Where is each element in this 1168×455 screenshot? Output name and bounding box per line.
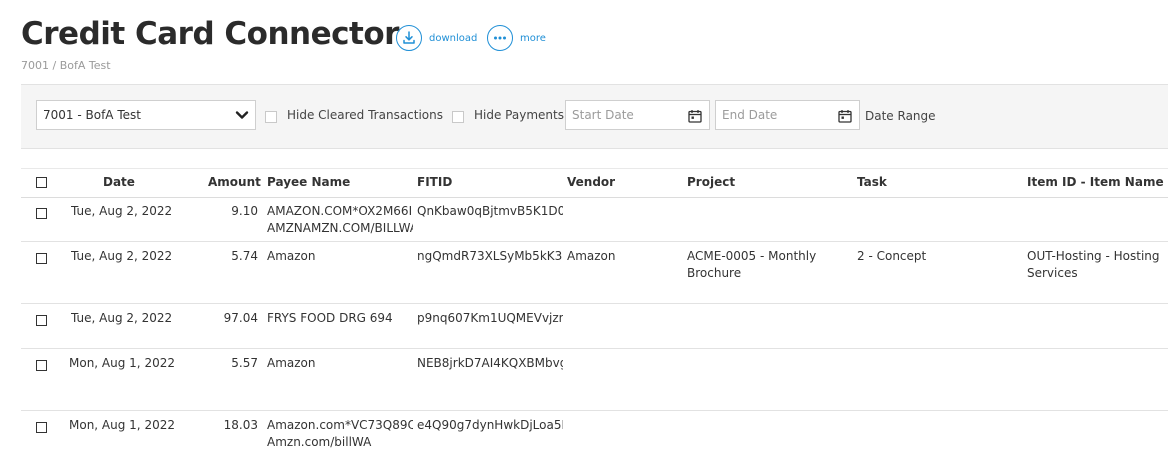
col-item[interactable]: Item ID - Item Name <box>1027 175 1164 189</box>
col-payee[interactable]: Payee Name <box>267 175 350 189</box>
row-checkbox[interactable] <box>36 253 47 264</box>
breadcrumb: 7001 / BofA Test <box>21 59 111 72</box>
start-date-input[interactable]: Start Date <box>565 100 710 130</box>
row-payee: Amazon <box>267 356 316 370</box>
col-task[interactable]: Task <box>857 175 887 189</box>
calendar-icon[interactable] <box>688 109 702 126</box>
row-date: Tue, Aug 2, 2022 <box>71 311 173 325</box>
row-payee: Amazon <box>267 249 316 263</box>
row-checkbox[interactable] <box>36 315 47 326</box>
row-checkbox[interactable] <box>36 422 47 433</box>
page-title: Credit Card Connector <box>21 16 399 52</box>
table-row[interactable]: Mon, Aug 1, 2022 18.03 Amazon.com*VC73Q8… <box>21 411 1168 455</box>
row-fitid: NEB8jrkD7AI4KQXBMbvgl <box>417 356 563 370</box>
hide-cleared-label: Hide Cleared Transactions <box>287 108 444 122</box>
col-amount[interactable]: Amount <box>208 175 261 189</box>
row-amount: 5.74 <box>231 249 258 263</box>
end-date-input[interactable]: End Date <box>715 100 860 130</box>
table-row[interactable]: Tue, Aug 2, 2022 9.10 AMAZON.COM*OX2M66I… <box>21 197 1168 242</box>
table-row[interactable]: Mon, Aug 1, 2022 5.57 Amazon NEB8jrkD7AI… <box>21 349 1168 411</box>
row-payee: Amazon.com*VC73Q89Q3 <box>267 418 413 432</box>
row-fitid: e4Q90g7dynHwkDjLoa5Bs <box>417 418 563 432</box>
col-date[interactable]: Date <box>103 175 135 189</box>
more-label: more <box>520 32 546 44</box>
table-row[interactable]: Tue, Aug 2, 2022 97.04 FRYS FOOD DRG 694… <box>21 304 1168 349</box>
hide-payments-label: Hide Payments <box>474 108 564 122</box>
select-all-checkbox[interactable] <box>36 177 47 188</box>
row-fitid: ngQmdR73XLSyMb5kK3R4 <box>417 249 563 263</box>
row-checkbox[interactable] <box>36 360 47 371</box>
col-fitid[interactable]: FITID <box>417 175 452 189</box>
start-date-placeholder: Start Date <box>572 108 634 122</box>
row-project: ACME-0005 - Monthly Brochure <box>687 249 817 280</box>
row-payee: AMAZON.COM*OX2M66IH <box>267 204 413 218</box>
row-item: OUT-Hosting - Hosting Services <box>1027 249 1160 280</box>
col-vendor[interactable]: Vendor <box>567 175 615 189</box>
row-amount: 18.03 <box>223 418 258 432</box>
row-date: Mon, Aug 1, 2022 <box>69 418 175 432</box>
row-payee-detail: AMZNAMZN.COM/BILLWA <box>267 221 413 235</box>
account-select-value: 7001 - BofA Test <box>43 108 141 122</box>
row-task: 2 - Concept <box>857 249 927 263</box>
hide-cleared-checkbox[interactable] <box>265 111 277 123</box>
end-date-placeholder: End Date <box>722 108 778 122</box>
row-fitid: p9nq607Km1UQMEVvjzm <box>417 311 563 325</box>
row-amount: 97.04 <box>223 311 258 325</box>
row-checkbox[interactable] <box>36 208 47 219</box>
col-project[interactable]: Project <box>687 175 735 189</box>
download-label: download <box>429 32 478 44</box>
row-date: Tue, Aug 2, 2022 <box>71 249 173 263</box>
filter-bar: 7001 - BofA Test Hide Cleared Transactio… <box>21 84 1168 149</box>
download-button[interactable]: download <box>396 25 477 51</box>
account-select[interactable]: 7001 - BofA Test <box>36 100 256 130</box>
row-fitid: QnKbaw0qBjtmvB5K1D0q <box>417 204 563 218</box>
date-range-label: Date Range <box>865 109 936 123</box>
chevron-down-icon <box>235 109 249 123</box>
hide-payments-checkbox[interactable] <box>452 111 464 123</box>
download-icon <box>396 25 422 51</box>
row-date: Tue, Aug 2, 2022 <box>71 204 173 218</box>
more-button[interactable]: more <box>487 25 546 51</box>
ellipsis-icon <box>487 25 513 51</box>
table-row[interactable]: Tue, Aug 2, 2022 5.74 Amazon ngQmdR73XLS… <box>21 242 1168 304</box>
row-amount: 5.57 <box>231 356 258 370</box>
table-header: Date Amount Payee Name FITID Vendor Proj… <box>21 168 1168 198</box>
row-payee: FRYS FOOD DRG 694 <box>267 311 393 325</box>
row-vendor: Amazon <box>567 249 616 263</box>
row-amount: 9.10 <box>231 204 258 218</box>
row-date: Mon, Aug 1, 2022 <box>69 356 175 370</box>
calendar-icon[interactable] <box>838 109 852 126</box>
